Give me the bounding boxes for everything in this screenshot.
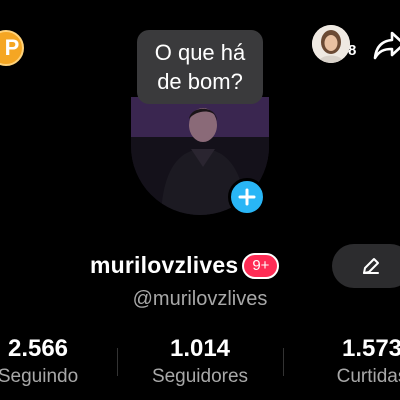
pencil-icon — [363, 258, 379, 274]
friend-avatar — [312, 25, 350, 63]
bubble-line-1: O que há — [154, 40, 246, 65]
status-bubble[interactable]: O que há de bom? — [137, 30, 263, 104]
profile-handle: @murilovzlives — [132, 288, 268, 310]
followers-label: Seguidores — [151, 366, 249, 387]
coin-label: P — [4, 35, 20, 60]
add-story-button[interactable] — [228, 178, 266, 216]
notification-badge[interactable]: 9+ — [242, 252, 280, 279]
coin-icon[interactable]: P — [0, 30, 24, 66]
edit-profile-button[interactable] — [332, 244, 400, 288]
likes-count: 1.573 — [341, 335, 400, 362]
stats-divider — [283, 348, 284, 376]
plus-icon — [238, 188, 256, 206]
likes-label: Curtidas — [336, 366, 400, 387]
username-row: murilovzlives 9+ — [90, 252, 280, 279]
friends-indicator[interactable]: 8 — [312, 25, 356, 63]
following-count: 2.566 — [7, 335, 69, 362]
stat-likes[interactable]: 1.573 Curtidas — [322, 335, 400, 388]
following-label: Seguindo — [0, 366, 79, 387]
stat-followers[interactable]: 1.014 Seguidores — [140, 335, 260, 388]
share-icon[interactable] — [372, 28, 400, 62]
stats-divider — [117, 348, 118, 376]
bubble-line-2: de bom? — [157, 69, 243, 94]
stat-following[interactable]: 2.566 Seguindo — [0, 335, 86, 388]
followers-count: 1.014 — [169, 335, 231, 362]
username: murilovzlives — [90, 252, 239, 278]
